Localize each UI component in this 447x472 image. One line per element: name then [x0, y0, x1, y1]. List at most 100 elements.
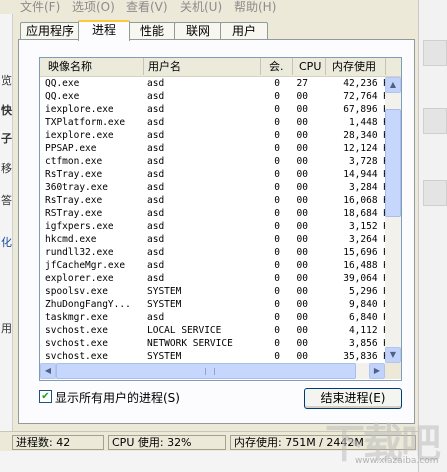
vertical-scroll-thumb[interactable]	[385, 109, 401, 217]
table-row[interactable]: igfxpers.exe asd 0 00 3,152 K	[40, 220, 401, 233]
menu-options[interactable]: 选项(O)	[72, 0, 115, 15]
cell-image-name: ctfmon.exe	[45, 156, 103, 167]
cell-user-name: asd	[147, 273, 165, 284]
cell-user-name: asd	[147, 234, 165, 245]
cell-image-name: iexplore.exe	[45, 130, 114, 141]
cell-session: 0	[274, 273, 280, 284]
table-row[interactable]: RsTray.exe asd 0 00 16,068 K	[40, 194, 401, 207]
cell-image-name: explorer.exe	[45, 273, 114, 284]
cell-memory: 16,068 K	[343, 195, 389, 206]
column-header-user-name[interactable]: 用户名	[144, 58, 261, 75]
process-list[interactable]: 映像名称 用户名 会. CPU 内存使用 QQ.exe asd 0 27 42,236 …	[39, 57, 402, 381]
table-row[interactable]: TXPlatform.exe asd 0 00 1,448 K	[40, 116, 401, 129]
cell-user-name: asd	[147, 91, 165, 102]
cell-session: 0	[274, 78, 280, 89]
horizontal-scroll-thumb[interactable]	[56, 363, 356, 379]
cell-memory: 3,856 K	[348, 338, 389, 349]
horizontal-scrollbar[interactable]: ◀ ▶	[40, 363, 385, 379]
cell-user-name: asd	[147, 117, 165, 128]
table-row[interactable]: svchost.exe LOCAL SERVICE 0 00 4,112 K	[40, 324, 401, 337]
cell-user-name: NETWORK SERVICE	[147, 338, 233, 349]
tab-processes[interactable]: 进程	[78, 20, 130, 41]
list-header: 映像名称 用户名 会. CPU 内存使用	[40, 58, 401, 77]
table-row[interactable]: jfCacheMgr.exe asd 0 00 16,488 K	[40, 259, 401, 272]
cell-user-name: asd	[147, 312, 165, 323]
scroll-left-button[interactable]: ◀	[40, 363, 56, 379]
table-row[interactable]: PPSAP.exe asd 0 00 12,124 K	[40, 142, 401, 155]
column-header-session[interactable]: 会.	[261, 58, 293, 75]
scroll-up-button[interactable]: ▲	[385, 77, 401, 93]
tab-applications[interactable]: 应用程序	[20, 22, 80, 39]
table-row[interactable]: iexplore.exe asd 0 00 28,340 K	[40, 129, 401, 142]
cell-cpu: 00	[296, 260, 308, 271]
cell-memory: 14,944 K	[343, 169, 389, 180]
cell-image-name: RsTray.exe	[45, 169, 103, 180]
table-row[interactable]: QQ.exe asd 0 00 72,764 K	[40, 90, 401, 103]
cell-memory: 28,340 K	[343, 130, 389, 141]
table-row[interactable]: QQ.exe asd 0 27 42,236 K	[40, 77, 401, 90]
bg-text-fragment: 子	[1, 132, 12, 145]
column-header-image-name[interactable]: 映像名称	[40, 58, 144, 75]
table-row[interactable]: spoolsv.exe SYSTEM 0 00 5,296 K	[40, 285, 401, 298]
table-row[interactable]: iexplore.exe asd 0 00 67,896 K	[40, 103, 401, 116]
cell-user-name: asd	[147, 156, 165, 167]
cell-cpu: 00	[296, 325, 308, 336]
vertical-scrollbar[interactable]: ▲ ▼	[385, 77, 401, 363]
table-row[interactable]: RSTray.exe asd 0 00 18,684 K	[40, 207, 401, 220]
cell-session: 0	[274, 260, 280, 271]
table-row[interactable]: rundll32.exe asd 0 00 15,696 K	[40, 246, 401, 259]
cell-user-name: asd	[147, 260, 165, 271]
bg-text-fragment: 用	[1, 322, 12, 335]
table-row[interactable]: svchost.exe SYSTEM 0 00 35,836 K	[40, 350, 401, 363]
cell-session: 0	[274, 286, 280, 297]
cell-cpu: 00	[296, 195, 308, 206]
cell-session: 0	[274, 195, 280, 206]
cell-cpu: 00	[296, 169, 308, 180]
table-row[interactable]: RsTray.exe asd 0 00 14,944 K	[40, 168, 401, 181]
cell-image-name: RsTray.exe	[45, 195, 103, 206]
cell-session: 0	[274, 234, 280, 245]
cell-session: 0	[274, 208, 280, 219]
scroll-right-button[interactable]: ▶	[369, 363, 385, 379]
cell-cpu: 00	[296, 208, 308, 219]
cell-session: 0	[274, 351, 280, 362]
cell-image-name: ZhuDongFangY...	[45, 299, 131, 310]
menu-help[interactable]: 帮助(H)	[234, 0, 276, 15]
cell-cpu: 27	[296, 78, 308, 89]
cell-cpu: 00	[296, 117, 308, 128]
menu-view[interactable]: 查看(V)	[126, 0, 168, 15]
cell-cpu: 00	[296, 338, 308, 349]
table-row[interactable]: ZhuDongFangY... SYSTEM 0 00 9,840 K	[40, 298, 401, 311]
cell-memory: 3,264 K	[348, 234, 389, 245]
bg-text-fragment: 答	[1, 194, 12, 207]
menu-file[interactable]: 文件(F)	[20, 0, 60, 15]
scroll-down-button[interactable]: ▼	[385, 347, 401, 363]
table-row[interactable]: hkcmd.exe asd 0 00 3,264 K	[40, 233, 401, 246]
table-row[interactable]: svchost.exe NETWORK SERVICE 0 00 3,856 K	[40, 337, 401, 350]
checkmark-icon[interactable]: ✔	[39, 390, 52, 403]
column-header-memory[interactable]: 内存使用	[326, 58, 386, 75]
table-row[interactable]: taskmgr.exe asd 0 00 6,840 K	[40, 311, 401, 324]
bg-text-fragment: 化	[1, 236, 12, 249]
cell-memory: 39,064 K	[343, 273, 389, 284]
cell-memory: 15,696 K	[343, 247, 389, 258]
cell-image-name: taskmgr.exe	[45, 312, 108, 323]
column-header-cpu[interactable]: CPU	[293, 58, 326, 75]
tab-users[interactable]: 用户	[220, 22, 268, 39]
end-process-button[interactable]: 结束进程(E)	[304, 388, 402, 409]
cell-cpu: 00	[296, 286, 308, 297]
menu-shutdown[interactable]: 关机(U)	[180, 0, 222, 15]
cell-image-name: svchost.exe	[45, 338, 108, 349]
tab-performance[interactable]: 性能	[128, 22, 176, 39]
cell-user-name: asd	[147, 221, 165, 232]
cell-session: 0	[274, 156, 280, 167]
table-row[interactable]: ctfmon.exe asd 0 00 3,728 K	[40, 155, 401, 168]
cell-session: 0	[274, 338, 280, 349]
table-row[interactable]: 360tray.exe asd 0 00 3,284 K	[40, 181, 401, 194]
cell-user-name: asd	[147, 195, 165, 206]
cell-cpu: 00	[296, 221, 308, 232]
table-row[interactable]: explorer.exe asd 0 00 39,064 K	[40, 272, 401, 285]
cell-session: 0	[274, 299, 280, 310]
tab-networking[interactable]: 联网	[174, 22, 222, 39]
processes-panel: 映像名称 用户名 会. CPU 内存使用 QQ.exe asd 0 27 42,236 …	[18, 39, 415, 424]
